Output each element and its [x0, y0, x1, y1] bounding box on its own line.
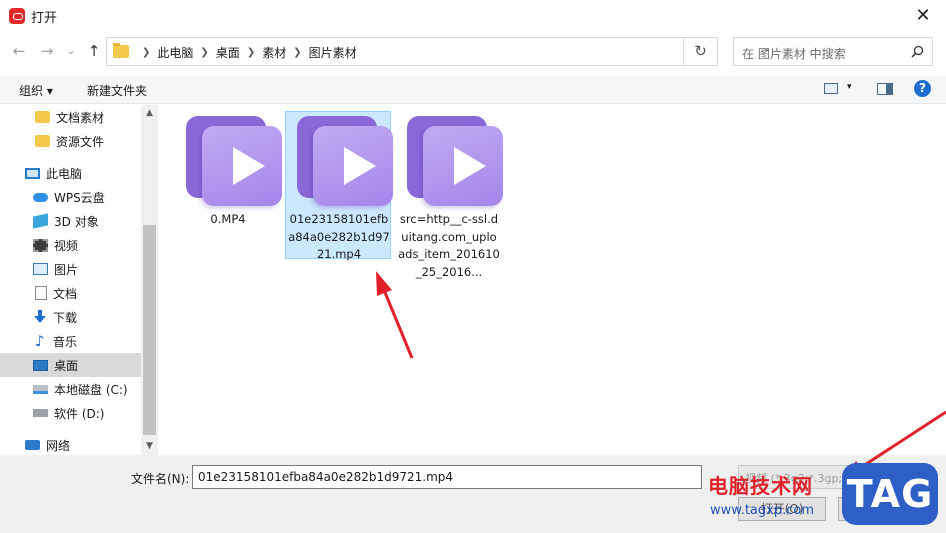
search-input[interactable]: 在 图片素材 中搜索: [733, 37, 933, 66]
watermark-url: www.tagxp.com: [710, 503, 814, 518]
drive-icon: [33, 384, 48, 394]
sidebar-item-label: 下载: [53, 310, 78, 325]
help-icon[interactable]: ?: [914, 80, 931, 97]
sidebar-item-label: 资源文件: [56, 134, 105, 149]
breadcrumb: ❯ 此电脑 ❯ 桌面 ❯ 素材 ❯ 图片素材: [135, 44, 357, 61]
breadcrumb-materials[interactable]: 素材: [262, 44, 286, 61]
sidebar-item-label: 此电脑: [46, 166, 83, 181]
sidebar-item-label: 网络: [46, 438, 71, 453]
scroll-up-button[interactable]: ▲: [141, 105, 158, 122]
sidebar-item-downloads[interactable]: 下载: [0, 305, 141, 329]
watermark-site-name: 电脑技术网: [708, 474, 813, 498]
file-list-pane: 0.MP4 01e23158101efba84a0e282b1d9721.mp4…: [158, 105, 946, 455]
new-folder-button[interactable]: 新建文件夹: [87, 82, 147, 99]
sidebar-item-label: 软件 (D:): [54, 406, 105, 421]
play-icon: [454, 147, 486, 185]
title-bar: 打开 ✕: [0, 0, 946, 32]
cloud-icon: [33, 192, 48, 202]
download-icon: [34, 310, 46, 323]
back-button[interactable]: ←: [8, 40, 30, 62]
recent-locations-button[interactable]: ⌄: [60, 40, 82, 62]
sidebar-item-documents[interactable]: 文档: [0, 281, 141, 305]
sidebar-item-label: 文档素材: [56, 110, 105, 125]
close-button[interactable]: ✕: [900, 0, 946, 32]
sidebar-item-3d-objects[interactable]: 3D 对象: [0, 209, 141, 233]
breadcrumb-desktop[interactable]: 桌面: [216, 44, 240, 61]
sidebar-item-label: 文档: [53, 286, 78, 301]
window-title: 打开: [31, 11, 58, 26]
command-toolbar: 组织 ▾ 新建文件夹 ▾ ?: [0, 76, 946, 104]
watermark-tag-logo: TAG: [842, 463, 938, 525]
sidebar-item-label: 音乐: [53, 334, 78, 349]
documents-icon: [35, 286, 47, 300]
scroll-down-button[interactable]: ▼: [141, 438, 158, 455]
file-name: 01e23158101efba84a0e282b1d9721.mp4: [288, 212, 390, 261]
desktop-icon: [33, 359, 48, 371]
sidebar-item-label: 桌面: [54, 358, 79, 373]
file-item-src-http[interactable]: src=http__c-ssl.duitang.com_uploads_item…: [395, 111, 503, 279]
sidebar-item-videos[interactable]: 视频: [0, 233, 141, 257]
music-icon: ♪: [35, 332, 45, 350]
chevron-right-icon[interactable]: ❯: [293, 47, 301, 58]
sidebar-item-label: 图片: [54, 262, 79, 277]
file-item-selected-mp4[interactable]: 01e23158101efba84a0e282b1d9721.mp4: [285, 111, 393, 261]
file-name: 0.MP4: [210, 212, 246, 226]
breadcrumb-image-materials[interactable]: 图片素材: [309, 44, 357, 61]
search-placeholder: 在 图片素材 中搜索: [742, 47, 846, 61]
folder-icon: [35, 111, 50, 123]
sidebar-item-desktop[interactable]: 桌面: [0, 353, 141, 377]
sidebar-item-label: 3D 对象: [54, 214, 99, 229]
sidebar-item-drive-d[interactable]: 软件 (D:): [0, 401, 141, 425]
video-file-icon: [297, 116, 393, 206]
sidebar-item-music[interactable]: ♪ 音乐: [0, 329, 141, 353]
video-file-icon: [407, 116, 503, 206]
file-name: src=http__c-ssl.duitang.com_uploads_item…: [398, 212, 500, 279]
folder-icon: [35, 135, 50, 147]
network-icon: [25, 440, 40, 450]
navigation-pane: 文档素材 资源文件 此电脑 WPS云盘 3D 对象 视频 图片 文档 下载 ♪ …: [0, 105, 158, 455]
3d-objects-icon: [33, 213, 48, 229]
change-view-icon[interactable]: [824, 83, 838, 94]
app-logo-icon: [9, 8, 25, 24]
sidebar-item-network[interactable]: 网络: [0, 433, 141, 457]
play-icon: [344, 147, 376, 185]
address-row: ← → ⌄ ↑ ❯ 此电脑 ❯ 桌面 ❯ 素材 ❯ 图片素材 ⌄ ↻ 在 图片素…: [0, 36, 946, 68]
sidebar-item-label: 视频: [54, 238, 79, 253]
filename-field[interactable]: 01e23158101efba84a0e282b1d9721.mp4: [192, 465, 702, 489]
breadcrumb-this-pc[interactable]: 此电脑: [157, 44, 193, 61]
forward-button[interactable]: →: [36, 40, 58, 62]
sidebar-item-label: 本地磁盘 (C:): [54, 382, 128, 397]
sidebar-item-this-pc[interactable]: 此电脑: [0, 161, 141, 185]
sidebar-item-resource-files[interactable]: 资源文件: [0, 129, 141, 153]
preview-pane-icon[interactable]: [877, 83, 893, 95]
scroll-thumb[interactable]: [143, 225, 156, 435]
sidebar-item-doc-materials[interactable]: 文档素材: [0, 105, 141, 129]
address-bar[interactable]: ❯ 此电脑 ❯ 桌面 ❯ 素材 ❯ 图片素材 ⌄: [106, 37, 771, 66]
folder-icon: [113, 43, 129, 58]
up-button[interactable]: ↑: [83, 40, 105, 62]
search-icon[interactable]: [911, 45, 924, 58]
sidebar-scrollbar[interactable]: ▲ ▼: [141, 105, 158, 455]
chevron-right-icon[interactable]: ❯: [200, 47, 208, 58]
drive-icon: [33, 409, 48, 417]
pc-icon: [25, 167, 40, 179]
file-item-0-mp4[interactable]: 0.MP4: [174, 111, 282, 266]
organize-button[interactable]: 组织 ▾: [19, 82, 53, 99]
chevron-right-icon[interactable]: ❯: [142, 47, 150, 58]
chevron-right-icon[interactable]: ❯: [247, 47, 255, 58]
sidebar-item-label: WPS云盘: [54, 190, 105, 205]
play-icon: [233, 147, 265, 185]
pictures-icon: [33, 263, 48, 275]
view-options-button[interactable]: ▾: [847, 82, 852, 92]
sidebar-item-pictures[interactable]: 图片: [0, 257, 141, 281]
filename-label: 文件名(N):: [131, 472, 190, 486]
sidebar-item-wps-cloud[interactable]: WPS云盘: [0, 185, 141, 209]
sidebar-item-drive-c[interactable]: 本地磁盘 (C:): [0, 377, 141, 401]
video-icon: [33, 238, 48, 252]
video-file-icon: [186, 116, 282, 206]
refresh-button[interactable]: ↻: [684, 37, 718, 66]
